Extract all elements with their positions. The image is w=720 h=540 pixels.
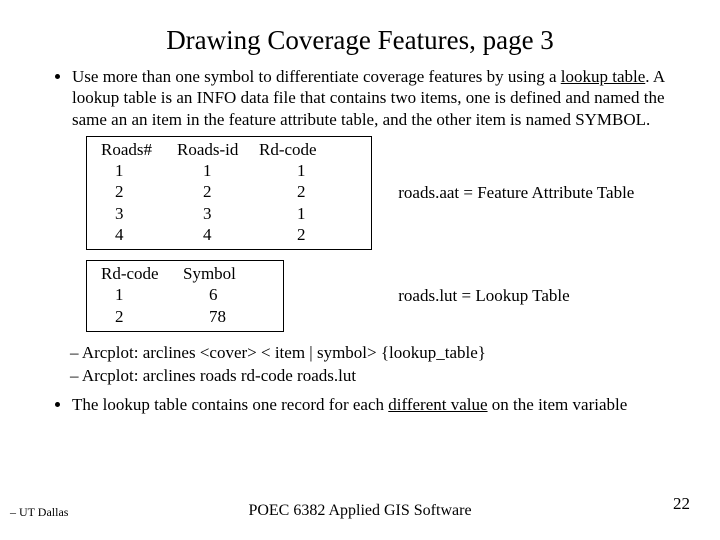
fat-c: 2	[185, 181, 279, 202]
fat-c: 2	[95, 181, 185, 202]
arcplot-example: Arcplot: arclines roads rd-code roads.lu…	[70, 365, 690, 388]
feature-attribute-table: Roads# Roads-id Rd-code 1 1 1 2 2 2 3 3 …	[86, 136, 372, 250]
command-sub-bullets: Arcplot: arclines <cover> < item | symbo…	[70, 342, 690, 388]
fat-c: 2	[279, 224, 363, 245]
page-number: 22	[673, 494, 690, 514]
fat-row: 3 3 1	[95, 203, 363, 224]
fat-table-block: Roads# Roads-id Rd-code 1 1 1 2 2 2 3 3 …	[30, 136, 690, 250]
fat-c: 1	[95, 160, 185, 181]
slide-page: Drawing Coverage Features, page 3 Use mo…	[0, 0, 720, 540]
footer-center: POEC 6382 Applied GIS Software	[0, 502, 720, 520]
fat-row: 1 1 1	[95, 160, 363, 181]
lut-h1: Rd-code	[95, 263, 177, 284]
bullet2-part-c: on the item variable	[488, 395, 628, 414]
bullet1-underline: lookup table	[561, 67, 646, 86]
bullet2-underline: different value	[388, 395, 487, 414]
fat-c: 3	[95, 203, 185, 224]
lut-c: 6	[191, 284, 275, 305]
lut-caption: roads.lut = Lookup Table	[398, 286, 569, 306]
page-title: Drawing Coverage Features, page 3	[30, 25, 690, 56]
arcplot-syntax: Arcplot: arclines <cover> < item | symbo…	[70, 342, 690, 365]
bullet1-part-a: Use more than one symbol to differentiat…	[72, 67, 561, 86]
lut-header: Rd-code Symbol	[95, 263, 275, 284]
lut-row: 1 6	[95, 284, 275, 305]
bottom-bullets: The lookup table contains one record for…	[54, 394, 690, 415]
fat-h3: Rd-code	[253, 139, 325, 160]
fat-row: 4 4 2	[95, 224, 363, 245]
fat-c: 4	[95, 224, 185, 245]
lut-h2: Symbol	[177, 263, 249, 284]
fat-c: 1	[185, 160, 279, 181]
fat-c: 3	[185, 203, 279, 224]
fat-c: 1	[279, 160, 363, 181]
fat-c: 1	[279, 203, 363, 224]
fat-header: Roads# Roads-id Rd-code	[95, 139, 363, 160]
bullet-one-record: The lookup table contains one record for…	[72, 394, 690, 415]
lookup-table: Rd-code Symbol 1 6 2 78	[86, 260, 284, 332]
fat-caption: roads.aat = Feature Attribute Table	[398, 183, 634, 203]
lut-c: 2	[95, 306, 191, 327]
top-bullets: Use more than one symbol to differentiat…	[54, 66, 690, 130]
lut-c: 1	[95, 284, 191, 305]
lut-table-block: Rd-code Symbol 1 6 2 78 roads.lut = Look…	[30, 260, 690, 332]
fat-c: 2	[279, 181, 363, 202]
fat-c: 4	[185, 224, 279, 245]
bullet-lookup-table: Use more than one symbol to differentiat…	[72, 66, 690, 130]
fat-row: 2 2 2	[95, 181, 363, 202]
bullet2-part-a: The lookup table contains one record for…	[72, 395, 388, 414]
fat-h1: Roads#	[95, 139, 171, 160]
fat-h2: Roads-id	[171, 139, 253, 160]
lut-c: 78	[191, 306, 275, 327]
footer-left: – UT Dallas	[10, 505, 68, 520]
footer: – UT Dallas POEC 6382 Applied GIS Softwa…	[0, 502, 720, 520]
lut-row: 2 78	[95, 306, 275, 327]
